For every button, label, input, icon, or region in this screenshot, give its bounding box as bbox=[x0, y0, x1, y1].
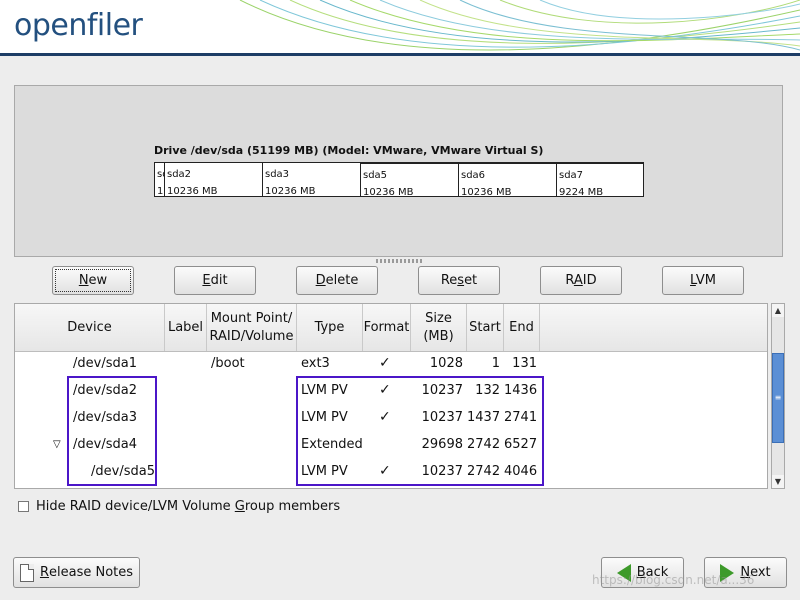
partition-name: sd bbox=[157, 169, 164, 180]
expand-triangle-icon[interactable]: ▽ bbox=[53, 431, 61, 458]
partition-name: sda2 bbox=[167, 169, 192, 180]
partition-sda1[interactable]: sd 10 bbox=[155, 163, 165, 196]
mnemonic-key: E bbox=[202, 273, 211, 288]
partition-sda5[interactable]: sda5 10236 MB bbox=[361, 163, 459, 196]
cell-size: 1028 bbox=[429, 356, 463, 371]
partition-sda7[interactable]: sda7 9224 MB bbox=[557, 163, 643, 196]
pane-resize-handle[interactable] bbox=[376, 259, 424, 263]
release-notes-button[interactable]: Release Notes bbox=[13, 557, 140, 588]
mnemonic-key: A bbox=[573, 273, 583, 288]
cell-mount: /boot bbox=[211, 356, 245, 371]
column-mount-point[interactable]: Mount Point/RAID/Volume bbox=[207, 304, 297, 351]
partition-size: 10236 MB bbox=[265, 186, 316, 196]
new-button[interactable]: New bbox=[52, 266, 134, 295]
document-icon bbox=[19, 563, 34, 582]
lvm-button[interactable]: LVM bbox=[662, 266, 744, 295]
table-scrollbar[interactable]: ▲ ≡ ▼ bbox=[771, 303, 785, 489]
drive-map-panel: Drive /dev/sda (51199 MB) (Model: VMware… bbox=[14, 85, 783, 257]
scroll-thumb[interactable]: ≡ bbox=[772, 353, 784, 443]
partition-name: sda5 bbox=[363, 170, 388, 181]
hide-members-option[interactable]: Hide RAID device/LVM Volume Group member… bbox=[18, 499, 340, 514]
reset-button[interactable]: Reset bbox=[418, 266, 500, 295]
highlight-box-devices bbox=[67, 376, 157, 486]
openfiler-logo: openfiler bbox=[14, 8, 143, 43]
partition-table[interactable]: Device Label Mount Point/RAID/Volume Typ… bbox=[14, 303, 768, 489]
cell-device: /dev/sda1 bbox=[73, 356, 137, 371]
column-end[interactable]: End bbox=[504, 304, 540, 351]
partition-name: sda3 bbox=[265, 169, 290, 180]
format-check-icon: ✓ bbox=[379, 355, 391, 371]
drive-partition-map[interactable]: sd 10 sda2 10236 MB sda3 10236 MB sda5 1… bbox=[154, 162, 644, 197]
table-row-sda1[interactable]: /dev/sda1 /boot ext3 ✓ 1028 1 131 bbox=[15, 350, 767, 377]
column-size[interactable]: Size (MB) bbox=[411, 304, 467, 351]
edit-button[interactable]: Edit bbox=[174, 266, 256, 295]
mnemonic-key: D bbox=[315, 273, 326, 288]
column-format[interactable]: Format bbox=[363, 304, 411, 351]
highlight-box-details bbox=[296, 376, 544, 486]
delete-button[interactable]: Delete bbox=[296, 266, 378, 295]
mnemonic-key: N bbox=[78, 273, 89, 288]
header-swoosh-graphic bbox=[239, 0, 800, 51]
partition-sda3[interactable]: sda3 10236 MB bbox=[263, 163, 361, 196]
partition-name: sda7 bbox=[559, 170, 584, 181]
partition-sda2[interactable]: sda2 10236 MB bbox=[165, 163, 263, 196]
partition-size: 9224 MB bbox=[559, 187, 604, 196]
mnemonic-key: R bbox=[39, 565, 49, 580]
partition-sda6[interactable]: sda6 10236 MB bbox=[459, 163, 557, 196]
scroll-up-icon[interactable]: ▲ bbox=[772, 304, 784, 317]
raid-button[interactable]: RAID bbox=[540, 266, 622, 295]
hide-members-label: Hide RAID device/LVM Volume Group member… bbox=[36, 499, 341, 514]
cell-type: ext3 bbox=[301, 356, 330, 371]
drive-title: Drive /dev/sda (51199 MB) (Model: VMware… bbox=[154, 144, 544, 157]
app-header: openfiler bbox=[0, 0, 800, 56]
partition-name: sda6 bbox=[461, 170, 486, 181]
column-label[interactable]: Label bbox=[165, 304, 207, 351]
column-type[interactable]: Type bbox=[297, 304, 363, 351]
column-device[interactable]: Device bbox=[15, 304, 165, 351]
mnemonic-key: G bbox=[234, 499, 245, 514]
cell-end: 131 bbox=[512, 356, 537, 371]
column-start[interactable]: Start bbox=[467, 304, 504, 351]
cell-start: 1 bbox=[491, 356, 500, 371]
hide-members-checkbox[interactable] bbox=[18, 501, 29, 512]
partition-size: 10236 MB bbox=[461, 187, 512, 196]
scroll-down-icon[interactable]: ▼ bbox=[772, 475, 784, 488]
partition-size: 10236 MB bbox=[167, 186, 218, 196]
partition-size: 10 bbox=[157, 186, 164, 196]
table-header: Device Label Mount Point/RAID/Volume Typ… bbox=[15, 304, 767, 352]
partition-size: 10236 MB bbox=[363, 187, 414, 196]
header-divider bbox=[0, 53, 800, 56]
watermark-text: https://blog.csdn.net/a...36 bbox=[592, 573, 755, 587]
